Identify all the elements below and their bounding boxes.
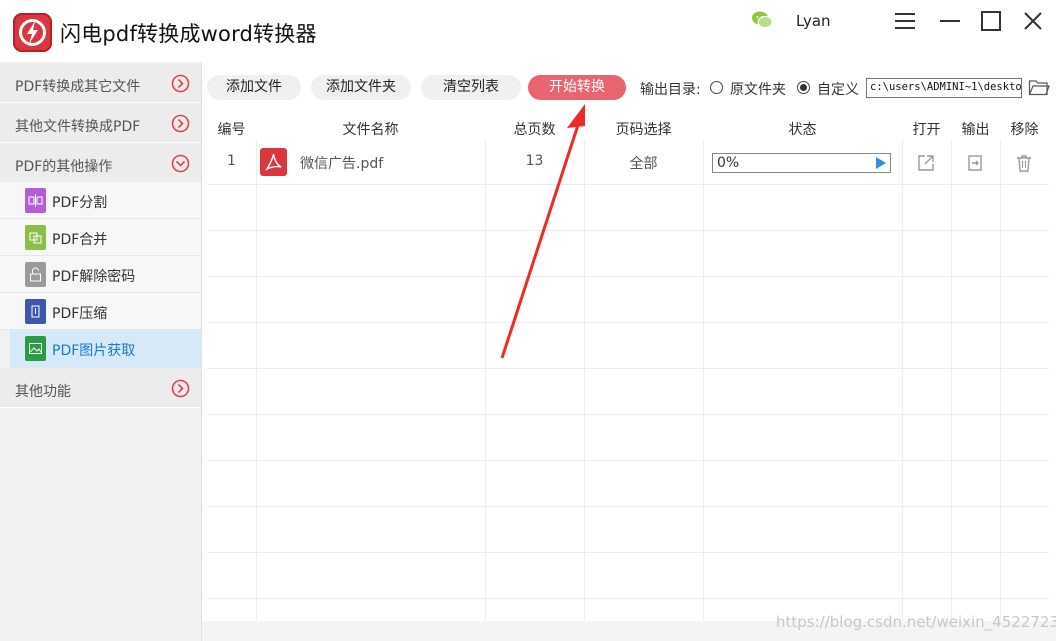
- empty-row: [207, 323, 1049, 369]
- toolbar: 添加文件 添加文件夹 清空列表 开始转换 输出目录: 原文件夹 自定义 c:\u…: [202, 62, 1056, 114]
- split-icon: [25, 188, 46, 213]
- custom-folder-label[interactable]: 自定义: [817, 79, 859, 99]
- header-page-selection: 页码选择: [615, 122, 672, 138]
- chevron-right-icon: [171, 114, 190, 133]
- row-file-name: 微信广告.pdf: [300, 156, 384, 172]
- sidebar-item-label: PDF解除密码: [52, 269, 136, 285]
- file-table: 编号 文件名称 总页数 页码选择 状态 打开 输出 移除 1 微信广告.pdf …: [207, 114, 1049, 621]
- add-folder-button[interactable]: 添加文件夹: [311, 75, 411, 100]
- original-folder-radio[interactable]: [710, 81, 723, 94]
- table-header: 编号 文件名称 总页数 页码选择 状态 打开 输出 移除: [207, 114, 1049, 139]
- menu-icon[interactable]: [892, 8, 918, 34]
- output-folder-icon[interactable]: [965, 153, 985, 173]
- sidebar-item-label: PDF压缩: [52, 306, 108, 322]
- watermark-text: https://blog.csdn.net/weixin_45227232: [776, 613, 1056, 631]
- header-index: 编号: [217, 122, 246, 138]
- sidebar-category-other-to-pdf[interactable]: 其他文件转换成PDF: [0, 104, 201, 143]
- app-title: 闪电pdf转换成word转换器: [60, 22, 317, 46]
- sidebar-category-label: PDF的其他操作: [15, 159, 113, 175]
- row-progress-text: 0%: [717, 155, 740, 171]
- original-folder-label[interactable]: 原文件夹: [730, 79, 786, 99]
- compress-icon: [25, 299, 46, 324]
- folder-icon[interactable]: [1028, 78, 1050, 97]
- empty-row: [207, 507, 1049, 553]
- empty-row: [207, 553, 1049, 599]
- minimize-icon[interactable]: [937, 8, 963, 34]
- sidebar-item-pdf-unlock[interactable]: PDF解除密码: [0, 256, 201, 293]
- clear-list-button[interactable]: 清空列表: [421, 75, 521, 100]
- chevron-down-icon: [171, 154, 190, 173]
- image-icon: [25, 336, 46, 361]
- sidebar-category-label: PDF转换成其它文件: [15, 79, 141, 95]
- empty-row: [207, 461, 1049, 507]
- sidebar-item-pdf-merge[interactable]: PDF合并: [0, 219, 201, 256]
- user-name[interactable]: Lyan: [796, 12, 831, 30]
- sidebar-category-label: 其他文件转换成PDF: [15, 119, 141, 135]
- trash-icon[interactable]: [1014, 153, 1034, 173]
- app-window: 闪电pdf转换成word转换器 Lyan PDF转换成其它文件 其他文件转换成P…: [0, 0, 1056, 641]
- merge-icon: [25, 225, 46, 250]
- sidebar-item-label: PDF图片获取: [52, 343, 136, 359]
- empty-row: [207, 277, 1049, 323]
- empty-row: [207, 415, 1049, 461]
- sidebar-category-pdf-to-other[interactable]: PDF转换成其它文件: [0, 64, 201, 103]
- maximize-icon[interactable]: [978, 8, 1004, 34]
- sidebar: PDF转换成其它文件 其他文件转换成PDF PDF的其他操作 PDF分割 PDF…: [0, 62, 202, 641]
- add-file-button[interactable]: 添加文件: [207, 75, 301, 100]
- empty-row: [207, 231, 1049, 277]
- row-page-selection[interactable]: 全部: [584, 153, 703, 173]
- sidebar-item-pdf-compress[interactable]: PDF压缩: [0, 293, 201, 330]
- pdf-file-icon: [260, 148, 287, 176]
- chevron-right-icon: [171, 379, 190, 398]
- header-file-name: 文件名称: [342, 122, 399, 138]
- open-external-icon[interactable]: [916, 153, 936, 173]
- table-row[interactable]: 1 微信广告.pdf 13 全部 0%: [207, 139, 1049, 185]
- close-icon[interactable]: [1020, 8, 1046, 34]
- row-index: 1: [227, 153, 236, 169]
- header-status: 状态: [788, 122, 817, 138]
- sidebar-category-other-functions[interactable]: 其他功能: [0, 369, 201, 408]
- start-convert-button[interactable]: 开始转换: [528, 75, 626, 100]
- sidebar-item-label: PDF分割: [52, 195, 108, 211]
- row-progress-bar: 0%: [712, 153, 891, 173]
- app-logo-icon: [13, 13, 52, 52]
- header-remove: 移除: [1010, 122, 1039, 138]
- header-output: 输出: [961, 122, 990, 138]
- sidebar-item-pdf-image-extract[interactable]: PDF图片获取: [10, 330, 201, 368]
- empty-row: [207, 369, 1049, 415]
- header-open: 打开: [912, 122, 941, 138]
- custom-folder-radio[interactable]: [797, 81, 810, 94]
- header-pages: 总页数: [513, 122, 556, 138]
- play-icon[interactable]: [876, 157, 886, 169]
- chevron-right-icon: [171, 74, 190, 93]
- wechat-icon[interactable]: [751, 9, 773, 31]
- title-bar: 闪电pdf转换成word转换器 Lyan: [0, 0, 1056, 62]
- unlock-icon: [25, 262, 46, 287]
- sidebar-category-pdf-other-ops[interactable]: PDF的其他操作: [0, 144, 201, 183]
- sidebar-item-pdf-split[interactable]: PDF分割: [0, 182, 201, 219]
- empty-row: [207, 185, 1049, 231]
- output-dir-label: 输出目录:: [640, 82, 701, 98]
- output-path-field[interactable]: c:\users\ADMINI~1\desktop: [866, 78, 1022, 98]
- sidebar-category-label: 其他功能: [15, 384, 71, 400]
- row-pages: 13: [525, 153, 544, 169]
- sidebar-item-label: PDF合并: [52, 232, 108, 248]
